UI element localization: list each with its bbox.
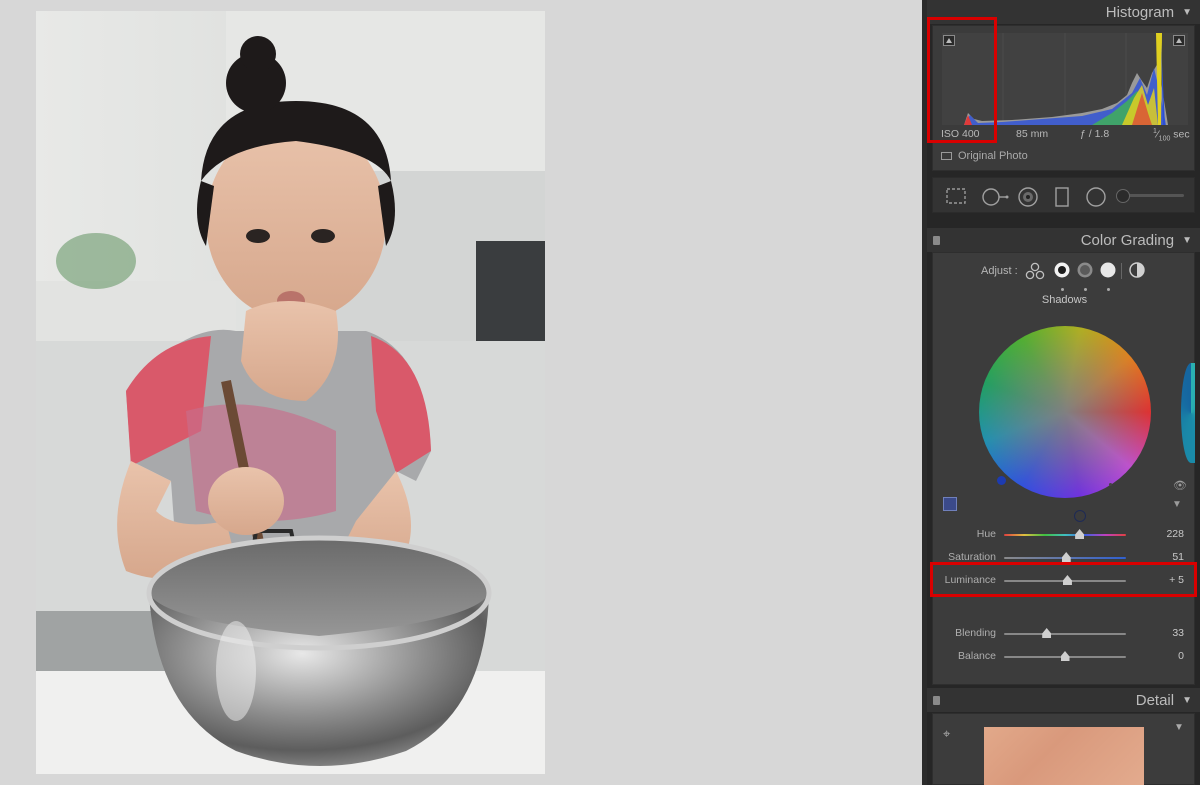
color-wheel-puck[interactable] [1074, 510, 1086, 522]
highlights-view-icon[interactable] [1099, 261, 1117, 279]
balance-value[interactable]: 0 [1144, 650, 1184, 662]
target-adjustment-icon[interactable]: ⌖ [943, 726, 950, 742]
crop-overlay-icon[interactable] [945, 187, 967, 205]
shutter-numerator: 1 [1153, 128, 1157, 135]
histogram-shutter: 1⁄100 sec [1153, 128, 1190, 143]
original-photo-label: Original Photo [958, 150, 1028, 162]
eye-icon[interactable]: 👁 [1173, 479, 1187, 492]
spot-removal-icon[interactable] [981, 187, 1009, 207]
adjust-mode-row: Adjust : [933, 261, 1196, 291]
three-way-view-icon[interactable] [1025, 262, 1045, 280]
highlight-box-histogram [927, 17, 997, 143]
shadows-view-icon[interactable] [1053, 261, 1071, 279]
hue-slider-thumb[interactable] [1075, 529, 1085, 539]
highlights-dot [1107, 288, 1110, 291]
radial-filter-icon[interactable] [1085, 187, 1107, 207]
midtones-view-icon[interactable] [1076, 261, 1094, 279]
adjustment-brush-size-slider[interactable] [1116, 189, 1184, 203]
panel-switch-icon[interactable] [933, 696, 940, 705]
panel-switch-icon[interactable] [933, 236, 940, 245]
photo-preview[interactable] [36, 11, 545, 774]
hue-handle-dot[interactable] [997, 476, 1006, 485]
balance-slider-track[interactable] [1004, 651, 1126, 661]
hue-slider-row: Hue 228 [933, 527, 1196, 543]
detail-header[interactable]: Detail ▼ [927, 688, 1200, 712]
hue-value[interactable]: 228 [1144, 528, 1184, 540]
collapse-triangle-icon[interactable]: ▼ [1182, 7, 1192, 18]
hue-label: Hue [976, 528, 996, 540]
adjacent-color-wheel-edge [1181, 363, 1195, 463]
photo-girl-mixing-bowl [36, 11, 545, 774]
blending-label: Blending [955, 627, 996, 639]
color-grading-panel: Adjust : Shadows 👁 ▼ Hue 228 Saturation … [932, 252, 1195, 685]
midtones-dot [1084, 288, 1087, 291]
original-photo-toggle[interactable]: Original Photo [941, 150, 1028, 162]
saturation-slider-track[interactable] [1004, 552, 1126, 562]
color-swatch[interactable] [943, 497, 957, 511]
collapse-triangle-icon[interactable]: ▼ [1182, 695, 1192, 706]
blending-slider-track[interactable] [1004, 628, 1126, 638]
global-view-icon[interactable] [1128, 261, 1146, 279]
red-eye-correction-icon[interactable] [1017, 187, 1039, 207]
lightroom-window: Histogram ▼ ISO 400 85 mm ƒ / 1.8 1⁄100 … [0, 0, 1200, 785]
highlight-box-luminance [930, 562, 1197, 597]
adjust-label: Adjust : [981, 265, 1018, 277]
detail-preview-thumbnail[interactable] [984, 727, 1144, 785]
original-photo-checkbox[interactable] [941, 152, 952, 160]
histogram-aperture: ƒ / 1.8 [1080, 128, 1110, 140]
collapse-triangle-icon[interactable]: ▼ [1182, 235, 1192, 246]
blending-slider-row: Blending 33 [933, 626, 1196, 642]
expand-triangle-icon[interactable]: ▼ [1172, 499, 1182, 510]
shadows-active-dot [1061, 288, 1064, 291]
photo-canvas[interactable] [0, 0, 922, 785]
color-grading-title: Color Grading [1080, 231, 1175, 249]
color-grading-header[interactable]: Color Grading ▼ [927, 228, 1200, 252]
balance-label: Balance [958, 650, 996, 662]
balance-slider-thumb[interactable] [1060, 651, 1070, 661]
graduated-filter-icon[interactable] [1054, 187, 1070, 207]
histogram-title: Histogram [1105, 3, 1175, 21]
shutter-denominator: 100 [1158, 135, 1171, 143]
detail-panel: ⌖ ▼ [932, 713, 1195, 785]
grading-mode-label: Shadows [1041, 294, 1088, 306]
histogram-focal-length: 85 mm [1016, 128, 1049, 140]
blending-slider-thumb[interactable] [1042, 628, 1052, 638]
shutter-unit: sec [1173, 128, 1190, 141]
adjust-separator [1121, 263, 1122, 279]
balance-slider-row: Balance 0 [933, 649, 1196, 665]
hue-slider-track[interactable] [1004, 529, 1126, 539]
color-wheel-center [1109, 483, 1112, 486]
tool-strip [932, 177, 1195, 213]
detail-title: Detail [1135, 691, 1175, 709]
expand-triangle-icon[interactable]: ▼ [1174, 722, 1184, 733]
shadows-color-wheel[interactable] [979, 326, 1151, 522]
blending-value[interactable]: 33 [1144, 627, 1184, 639]
saturation-slider-thumb[interactable] [1061, 552, 1071, 562]
highlight-clipping-toggle-icon[interactable] [1173, 35, 1185, 46]
